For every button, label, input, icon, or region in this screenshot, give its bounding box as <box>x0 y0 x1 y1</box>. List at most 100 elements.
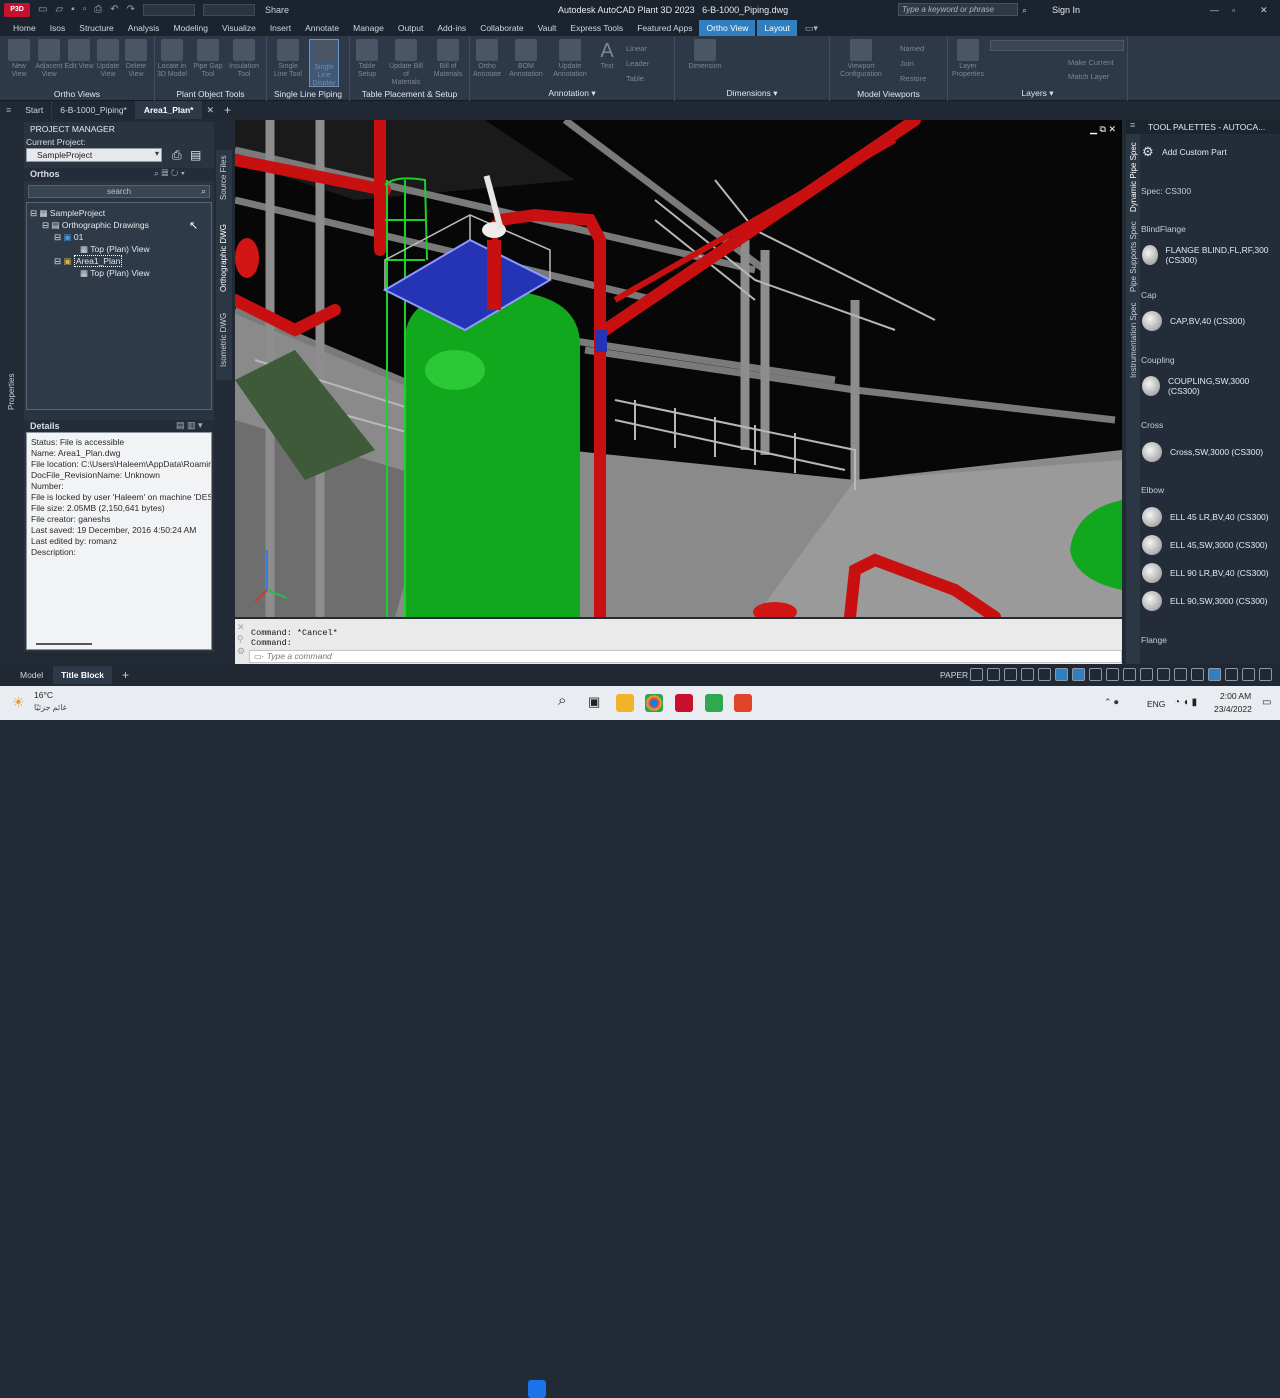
minimize-icon[interactable]: — <box>1210 5 1219 15</box>
current-project-select[interactable]: SampleProject ▾ <box>26 148 162 162</box>
save-as-icon[interactable]: ▫ <box>83 4 87 16</box>
tree-item-01[interactable]: ⊟ ▣ 01 <box>54 232 83 243</box>
workspace-dropdown[interactable] <box>143 4 196 16</box>
add-icon[interactable] <box>1174 668 1187 681</box>
palette-item-ell-90-sw[interactable]: ELL 90,SW,3000 (CS300) <box>1142 591 1268 611</box>
app-button[interactable]: P3D <box>4 3 30 17</box>
layer-dropdown[interactable] <box>203 4 256 16</box>
layer-properties-button[interactable]: Layer Properties <box>952 39 984 79</box>
tab-visualize[interactable]: Visualize <box>215 20 263 36</box>
palette-item-ell-45-lr[interactable]: ELL 45 LR,BV,40 (CS300) <box>1142 507 1269 527</box>
osnap-icon[interactable] <box>1055 668 1068 681</box>
tab-express-tools[interactable]: Express Tools <box>563 20 630 36</box>
palette-tab-pipe-supports-spec[interactable]: Pipe Supports Spec <box>1129 221 1138 292</box>
doc-tab-piping[interactable]: 6-B-1000_Piping* <box>52 101 136 119</box>
isolate-icon[interactable] <box>1208 668 1221 681</box>
tree-search-input[interactable]: search ⌕ <box>28 185 210 198</box>
otrack-icon[interactable] <box>1072 668 1085 681</box>
table-setup-button[interactable]: Table Setup <box>352 39 382 79</box>
task-view-icon[interactable]: ▣ <box>588 694 600 710</box>
workspace-gear-icon[interactable] <box>1157 668 1170 681</box>
tab-layout[interactable]: Layout <box>757 20 797 36</box>
details-scrollbar[interactable] <box>36 643 92 645</box>
recorder-icon[interactable] <box>734 694 752 712</box>
annotation-scale-icon[interactable] <box>1140 668 1153 681</box>
match-layer-button[interactable]: Match Layer <box>1068 70 1113 84</box>
side-tab-source-files[interactable]: Source Files <box>219 156 228 200</box>
close-icon[interactable]: ✕ <box>1260 5 1268 16</box>
search-input[interactable]: Type a keyword or phrase <box>899 5 994 14</box>
tree-item-orthographic-drawings[interactable]: ⊟ ▤ Orthographic Drawings <box>42 220 149 231</box>
dimension-button[interactable]: Dimension <box>685 39 725 71</box>
tree-item-top-plan-view[interactable]: ▦ Top (Plan) View <box>80 244 150 255</box>
tab-home[interactable]: Home <box>6 20 43 36</box>
update-bom-button[interactable]: Update Bill of Materials <box>388 39 424 87</box>
camtasia-icon[interactable] <box>705 694 723 712</box>
palette-tab-instrumentation-spec[interactable]: Instrumentation Spec <box>1129 302 1138 378</box>
close-tab-icon[interactable]: ✕ <box>202 105 218 116</box>
tab-modeling[interactable]: Modeling <box>166 20 215 36</box>
properties-tab[interactable]: Properties <box>7 374 16 410</box>
network-volume-icons[interactable]: ◔ ◖ ▮ <box>1174 697 1197 708</box>
single-line-tool-button[interactable]: Single Line Tool <box>273 39 303 79</box>
sign-in-button[interactable]: Sign In <box>1052 5 1080 15</box>
transparency-icon[interactable] <box>1106 668 1119 681</box>
tree-item-area1-plan[interactable]: ⊟ ▣ Area1_Plan <box>54 255 123 267</box>
search-box[interactable]: Type a keyword or phrase <box>898 3 1018 16</box>
tab-isos[interactable]: Isos <box>43 20 73 36</box>
plot-icon[interactable]: ⎙ <box>94 4 102 16</box>
viewport-controls[interactable]: ▁ ⧉ ✕ <box>1090 124 1116 135</box>
save-icon[interactable]: ▪ <box>71 4 75 16</box>
doc-tab-area1-plan[interactable]: Area1_Plan* <box>135 101 203 119</box>
autocad-plant3d-icon[interactable] <box>675 694 693 712</box>
new-view-button[interactable]: New View <box>4 39 34 79</box>
new-tab-icon[interactable]: + <box>218 103 237 117</box>
print-icon[interactable]: ⎙ <box>172 148 182 163</box>
properties-strip[interactable]: Properties <box>0 122 22 652</box>
add-custom-part-button[interactable]: ⚙ Add Custom Part <box>1142 144 1227 160</box>
restore-button[interactable]: Restore <box>900 71 926 86</box>
palette-item-flange-blind[interactable]: FLANGE BLIND,FL,RF,300 (CS300) <box>1142 245 1272 265</box>
tab-ortho-view[interactable]: Ortho View <box>699 20 756 36</box>
viewport-configuration-button[interactable]: Viewport Configuration <box>836 39 886 79</box>
start-icon[interactable] <box>528 1380 546 1398</box>
ortho-icon[interactable] <box>1004 668 1017 681</box>
palette-item-ell-90-lr[interactable]: ELL 90 LR,BV,40 (CS300) <box>1142 563 1269 583</box>
chrome-icon[interactable] <box>645 694 663 712</box>
notification-icon[interactable]: ▭ <box>1262 697 1271 708</box>
palette-item-cap[interactable]: CAP,BV,40 (CS300) <box>1142 311 1245 331</box>
undo-icon[interactable]: ↶ <box>110 4 118 16</box>
search-icon[interactable]: ⌕ <box>201 186 206 197</box>
tab-featured-apps[interactable]: Featured Apps <box>630 20 699 36</box>
table-button[interactable]: Table <box>626 71 649 86</box>
units-icon[interactable] <box>1191 668 1204 681</box>
single-line-display-button[interactable]: Single Line Display <box>309 39 339 87</box>
pipe-gap-tool-button[interactable]: Pipe Gap Tool <box>193 39 223 79</box>
tab-annotate[interactable]: Annotate <box>298 20 346 36</box>
palette-item-coupling[interactable]: COUPLING,SW,3000 (CS300) <box>1142 376 1272 396</box>
ortho-annotate-button[interactable]: Ortho Annotate <box>472 39 502 79</box>
side-tab-isometric-dwg[interactable]: Isometric DWG <box>219 313 228 367</box>
open-icon[interactable]: ▱ <box>55 4 63 16</box>
isodraft-icon[interactable] <box>1038 668 1051 681</box>
polar-icon[interactable] <box>1021 668 1034 681</box>
edit-view-button[interactable]: Edit View <box>64 39 94 71</box>
layout-tab-model[interactable]: Model <box>0 670 53 680</box>
palette-menu-icon[interactable]: ≡ <box>1130 120 1135 130</box>
paper-space-button[interactable]: PAPER <box>940 670 968 680</box>
tab-output[interactable]: Output <box>391 20 431 36</box>
maximize-icon[interactable]: ▫ <box>1232 5 1235 15</box>
tab-analysis[interactable]: Analysis <box>121 20 167 36</box>
clock-time[interactable]: 2:00 AM <box>1220 691 1251 701</box>
clock-date[interactable]: 23/4/2022 <box>1214 704 1252 714</box>
make-current-button[interactable]: Make Current <box>1068 56 1113 70</box>
new-icon[interactable]: ▭ <box>38 4 47 16</box>
tab-structure[interactable]: Structure <box>72 20 121 36</box>
hardware-acceleration-icon[interactable] <box>1225 668 1238 681</box>
named-button[interactable]: Named <box>900 41 926 56</box>
project-options-icon[interactable]: ▤ <box>190 148 201 162</box>
bom-annotation-button[interactable]: BOM Annotation <box>508 39 544 79</box>
doc-tab-start[interactable]: Start <box>17 101 53 119</box>
insulation-tool-button[interactable]: Insulation Tool <box>229 39 259 79</box>
add-layout-icon[interactable]: + <box>112 668 139 682</box>
